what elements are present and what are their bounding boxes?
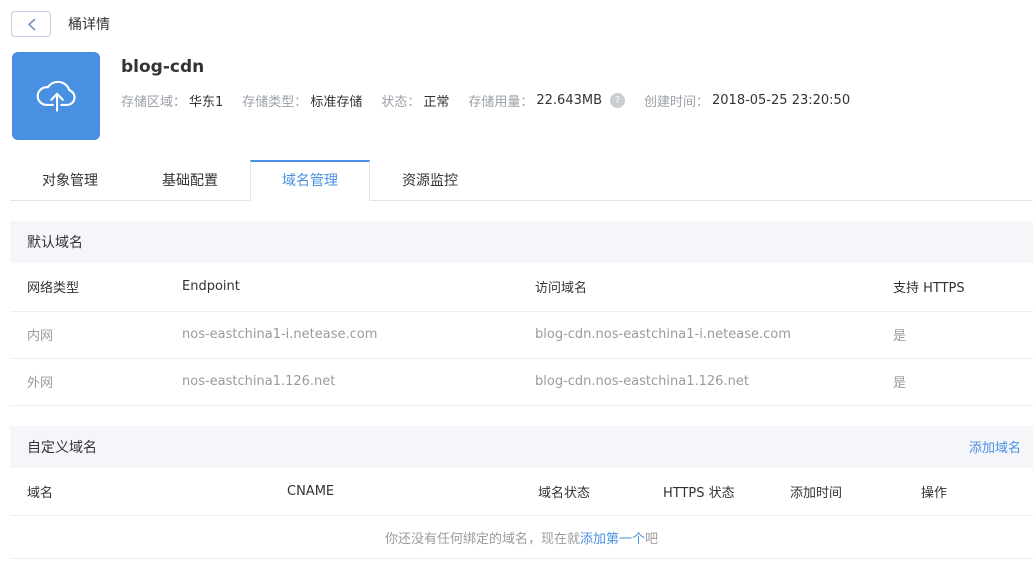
tab-domain-management[interactable]: 域名管理 xyxy=(250,160,370,201)
column-header: 添加时间 xyxy=(773,467,904,516)
bucket-info-row: 存储区域： 华东1 存储类型： 标准存储 状态： 正常 存储用量： 22.643… xyxy=(121,91,850,110)
custom-domains-section-header: 自定义域名 添加域名 xyxy=(10,425,1033,468)
column-header: Endpoint xyxy=(165,263,518,312)
help-icon[interactable] xyxy=(610,93,625,108)
add-domain-button[interactable]: 添加域名 xyxy=(969,437,1021,456)
bucket-header: blog-cdn 存储区域： 华东1 存储类型： 标准存储 状态： 正常 存储用… xyxy=(12,52,1033,140)
info-storage-type: 存储类型： 标准存储 xyxy=(242,95,363,110)
tab-panel-domain-management: 默认域名 网络类型 Endpoint 访问域名 支持 HTTPS 内网 nos-… xyxy=(10,221,1033,559)
access-domain-cell: blog-cdn.nos-eastchina1-i.netease.com xyxy=(518,311,876,359)
https-support-cell: 是 xyxy=(876,358,1033,406)
empty-state-message: 你还没有任何绑定的域名，现在就添加第一个吧 xyxy=(10,515,1033,559)
column-header: 网络类型 xyxy=(10,263,165,312)
endpoint-cell: nos-eastchina1.126.net xyxy=(165,358,518,406)
info-storage-usage: 存储用量： 22.643MB xyxy=(468,91,625,110)
table-row: 内网 nos-eastchina1-i.netease.com blog-cdn… xyxy=(10,311,1033,359)
back-button[interactable] xyxy=(11,11,51,37)
custom-domains-table: 域名 CNAME 域名状态 HTTPS 状态 添加时间 操作 你还没有任何绑定的… xyxy=(10,467,1033,559)
https-support-cell: 是 xyxy=(876,311,1033,359)
access-domain-cell: blog-cdn.nos-eastchina1.126.net xyxy=(518,358,876,406)
default-domains-table: 网络类型 Endpoint 访问域名 支持 HTTPS 内网 nos-eastc… xyxy=(10,263,1033,406)
info-status: 状态： 正常 xyxy=(381,95,450,110)
info-created-time: 创建时间： 2018-05-25 23:20:50 xyxy=(644,93,851,110)
section-title: 自定义域名 xyxy=(27,439,97,456)
table-row: 外网 nos-eastchina1.126.net blog-cdn.nos-e… xyxy=(10,358,1033,406)
section-title: 默认域名 xyxy=(27,235,83,251)
page-title: 桶详情 xyxy=(68,17,110,33)
default-domains-section-header: 默认域名 xyxy=(10,221,1033,263)
cloud-upload-icon xyxy=(30,68,82,124)
tab-resource-monitor[interactable]: 资源监控 xyxy=(370,160,490,200)
bucket-avatar xyxy=(12,52,100,140)
tab-bar: 对象管理 基础配置 域名管理 资源监控 xyxy=(10,160,1033,201)
column-header: 访问域名 xyxy=(518,263,876,312)
bucket-name: blog-cdn xyxy=(121,57,205,77)
add-first-domain-link[interactable]: 添加第一个 xyxy=(580,532,645,547)
tab-object-management[interactable]: 对象管理 xyxy=(10,160,130,200)
empty-state-row: 你还没有任何绑定的域名，现在就添加第一个吧 xyxy=(10,515,1033,559)
column-header: 支持 HTTPS xyxy=(876,263,1033,312)
column-header: 域名状态 xyxy=(521,467,646,516)
network-type-cell: 外网 xyxy=(10,358,165,406)
network-type-cell: 内网 xyxy=(10,311,165,359)
table-header-row: 域名 CNAME 域名状态 HTTPS 状态 添加时间 操作 xyxy=(10,467,1033,516)
topbar: 桶详情 xyxy=(0,0,1033,37)
endpoint-cell: nos-eastchina1-i.netease.com xyxy=(165,311,518,359)
column-header: HTTPS 状态 xyxy=(646,467,773,516)
column-header: 操作 xyxy=(904,467,1033,516)
table-header-row: 网络类型 Endpoint 访问域名 支持 HTTPS xyxy=(10,263,1033,312)
column-header: CNAME xyxy=(270,467,521,516)
info-storage-region: 存储区域： 华东1 xyxy=(121,95,224,110)
column-header: 域名 xyxy=(10,467,270,516)
tab-basic-config[interactable]: 基础配置 xyxy=(130,160,250,200)
chevron-left-icon xyxy=(27,18,36,31)
